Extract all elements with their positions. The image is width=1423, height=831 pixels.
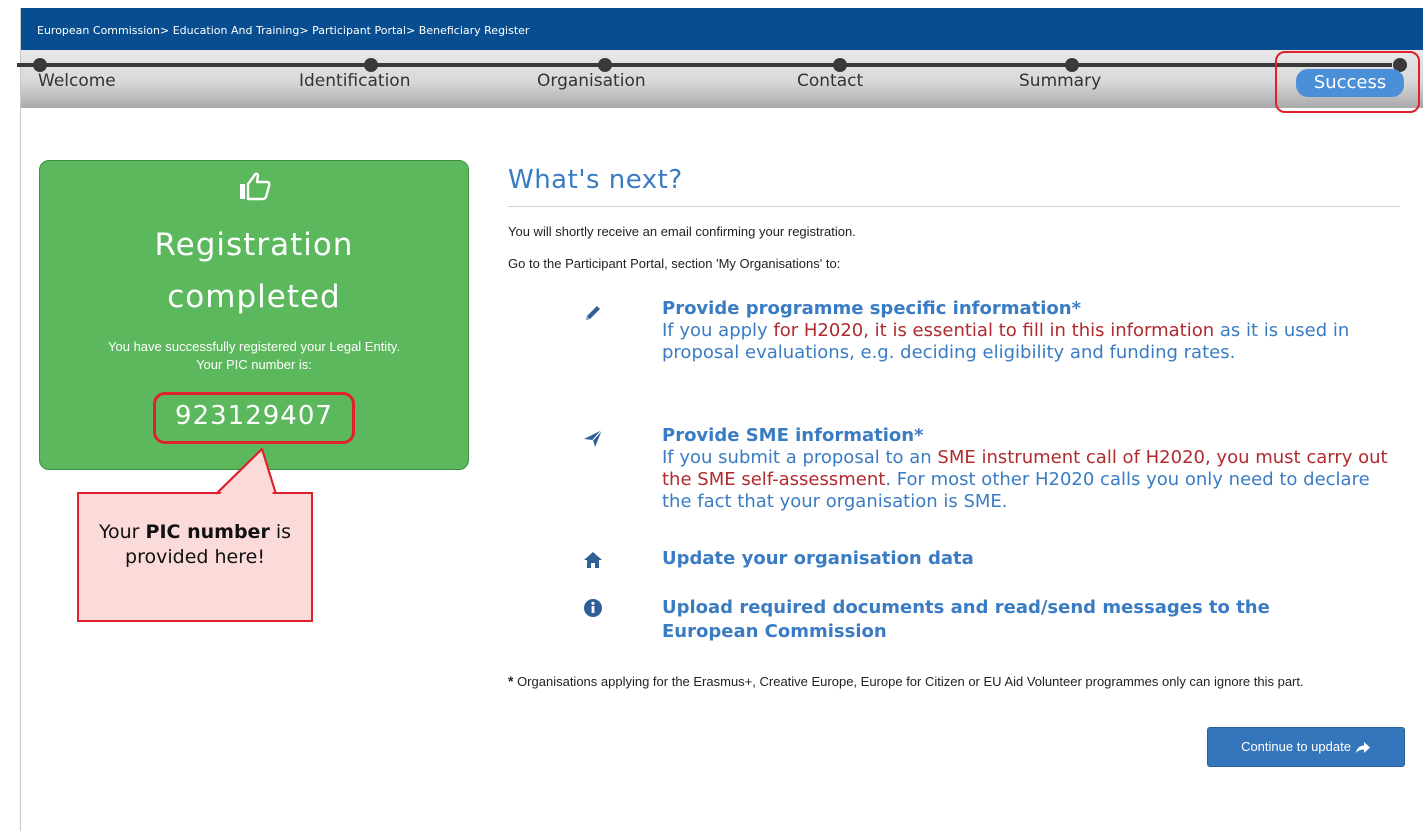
title-divider	[508, 206, 1400, 207]
step-dot-welcome	[33, 58, 47, 72]
item-sme-info-title[interactable]: Provide SME information*	[662, 425, 923, 446]
callout-text-bold: PIC number	[145, 521, 270, 543]
item-programme-info-title[interactable]: Provide programme specific information*	[662, 298, 1081, 319]
continue-to-update-button[interactable]: Continue to update	[1207, 727, 1405, 767]
step-summary: Summary	[1019, 71, 1102, 91]
card-title-line1: Registration	[154, 227, 354, 263]
step-dot-contact	[833, 58, 847, 72]
home-icon	[584, 552, 602, 568]
item-sme-info-desc: If you submit a proposal to an SME instr…	[662, 447, 1388, 512]
card-message-line2: Your PIC number is:	[196, 357, 312, 372]
confirmation-text: You will shortly receive an email confir…	[508, 224, 856, 239]
step-dot-summary	[1065, 58, 1079, 72]
callout-text-before: Your	[98, 521, 140, 543]
continue-button-label: Continue to update	[1241, 739, 1351, 754]
info-icon	[584, 599, 602, 617]
share-arrow-icon	[1355, 741, 1370, 753]
instructions-text: Go to the Participant Portal, section 'M…	[508, 256, 841, 271]
item-programme-info-desc: If you apply for H2020, it is essential …	[662, 320, 1350, 363]
step-contact: Contact	[797, 71, 864, 91]
item-upload-docs-title[interactable]: Upload required documents and read/send …	[662, 597, 1270, 618]
step-welcome: Welcome	[38, 71, 116, 91]
step-organisation: Organisation	[537, 71, 646, 91]
paper-plane-icon	[584, 429, 603, 447]
pencil-icon	[586, 306, 600, 320]
thumbs-up-icon	[240, 172, 271, 201]
card-message-line1: You have successfully registered your Le…	[108, 339, 400, 354]
breadcrumb-separator: >	[299, 24, 309, 37]
step-identification: Identification	[299, 71, 411, 91]
step-track-line	[17, 63, 1392, 67]
breadcrumb-item-portal[interactable]: Participant Portal	[312, 24, 406, 37]
breadcrumb-separator: >	[406, 24, 416, 37]
step-dot-identification	[364, 58, 378, 72]
whats-next-title: What's next?	[508, 165, 683, 195]
step-dot-organisation	[598, 58, 612, 72]
footnote: * Organisations applying for the Erasmus…	[508, 673, 1304, 689]
breadcrumb-item-register: Beneficiary Register	[418, 24, 530, 37]
item-update-org-title[interactable]: Update your organisation data	[662, 548, 974, 569]
card-title-line2: completed	[167, 279, 341, 315]
progress-stepbar: Welcome Identification Organisation Cont…	[21, 50, 1423, 108]
item-upload-docs-title-line2[interactable]: European Commission	[662, 621, 887, 642]
pic-callout: Your PIC number is provided here!	[77, 492, 313, 622]
breadcrumb-item-commission[interactable]: European Commission	[37, 24, 160, 37]
frame-border	[20, 8, 21, 831]
success-step-highlight	[1275, 51, 1420, 113]
breadcrumb-separator: >	[160, 24, 170, 37]
breadcrumb: European Commission> Education And Train…	[21, 8, 1423, 50]
breadcrumb-item-education[interactable]: Education And Training	[173, 24, 300, 37]
pic-number-highlight	[153, 392, 355, 444]
